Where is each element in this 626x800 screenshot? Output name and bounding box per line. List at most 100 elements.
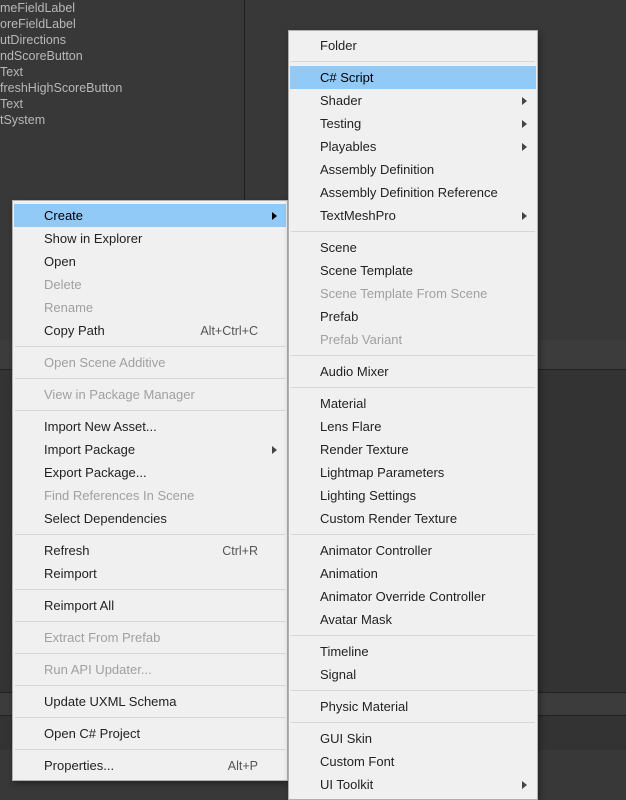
menu-item-c-script[interactable]: C# Script (290, 66, 536, 89)
chevron-right-icon (522, 143, 527, 151)
menu-item-label: Signal (320, 667, 508, 682)
menu-item-animator-override-controller[interactable]: Animator Override Controller (290, 585, 536, 608)
hierarchy-item[interactable]: oreFieldLabel (0, 16, 122, 32)
menu-separator (291, 355, 535, 356)
menu-item-label: Copy Path (44, 323, 200, 338)
hierarchy-item[interactable]: utDirections (0, 32, 122, 48)
menu-item-label: Folder (320, 38, 508, 53)
menu-separator (291, 61, 535, 62)
menu-item-open[interactable]: Open (14, 250, 286, 273)
menu-item-assembly-definition[interactable]: Assembly Definition (290, 158, 536, 181)
menu-item-lens-flare[interactable]: Lens Flare (290, 415, 536, 438)
menu-item-view-in-package-manager: View in Package Manager (14, 383, 286, 406)
menu-item-material[interactable]: Material (290, 392, 536, 415)
hierarchy-item[interactable]: meFieldLabel (0, 0, 122, 16)
menu-item-prefab[interactable]: Prefab (290, 305, 536, 328)
menu-item-label: Reimport (44, 566, 258, 581)
menu-item-timeline[interactable]: Timeline (290, 640, 536, 663)
menu-separator (291, 722, 535, 723)
menu-item-signal[interactable]: Signal (290, 663, 536, 686)
menu-item-label: Scene Template From Scene (320, 286, 508, 301)
menu-item-refresh[interactable]: RefreshCtrl+R (14, 539, 286, 562)
menu-item-label: Import New Asset... (44, 419, 258, 434)
menu-item-custom-font[interactable]: Custom Font (290, 750, 536, 773)
menu-item-create[interactable]: Create (14, 204, 286, 227)
menu-item-lighting-settings[interactable]: Lighting Settings (290, 484, 536, 507)
menu-item-label: Prefab (320, 309, 508, 324)
menu-item-label: Animator Controller (320, 543, 508, 558)
chevron-right-icon (522, 97, 527, 105)
hierarchy-item[interactable]: ndScoreButton (0, 48, 122, 64)
menu-item-label: Render Texture (320, 442, 508, 457)
menu-item-shortcut: Ctrl+R (222, 544, 258, 558)
menu-item-label: Create (44, 208, 258, 223)
menu-item-audio-mixer[interactable]: Audio Mixer (290, 360, 536, 383)
menu-item-import-package[interactable]: Import Package (14, 438, 286, 461)
menu-item-shader[interactable]: Shader (290, 89, 536, 112)
menu-item-label: Testing (320, 116, 508, 131)
menu-item-label: Properties... (44, 758, 228, 773)
menu-item-playables[interactable]: Playables (290, 135, 536, 158)
menu-item-reimport-all[interactable]: Reimport All (14, 594, 286, 617)
menu-item-label: Update UXML Schema (44, 694, 258, 709)
menu-separator (15, 653, 285, 654)
menu-item-animation[interactable]: Animation (290, 562, 536, 585)
menu-item-gui-skin[interactable]: GUI Skin (290, 727, 536, 750)
menu-item-lightmap-parameters[interactable]: Lightmap Parameters (290, 461, 536, 484)
menu-item-properties[interactable]: Properties...Alt+P (14, 754, 286, 777)
menu-item-update-uxml-schema[interactable]: Update UXML Schema (14, 690, 286, 713)
menu-item-label: Run API Updater... (44, 662, 258, 677)
menu-item-label: Open Scene Additive (44, 355, 258, 370)
hierarchy-item[interactable]: freshHighScoreButton (0, 80, 122, 96)
menu-item-label: Physic Material (320, 699, 508, 714)
menu-item-select-dependencies[interactable]: Select Dependencies (14, 507, 286, 530)
menu-item-shortcut: Alt+Ctrl+C (200, 324, 258, 338)
menu-item-ui-toolkit[interactable]: UI Toolkit (290, 773, 536, 796)
menu-item-show-in-explorer[interactable]: Show in Explorer (14, 227, 286, 250)
menu-item-label: Shader (320, 93, 508, 108)
hierarchy-item[interactable]: Text (0, 64, 122, 80)
menu-item-folder[interactable]: Folder (290, 34, 536, 57)
menu-item-assembly-definition-reference[interactable]: Assembly Definition Reference (290, 181, 536, 204)
menu-item-shortcut: Alt+P (228, 759, 258, 773)
menu-item-label: Show in Explorer (44, 231, 258, 246)
menu-item-label: Rename (44, 300, 258, 315)
menu-item-open-scene-additive: Open Scene Additive (14, 351, 286, 374)
menu-item-avatar-mask[interactable]: Avatar Mask (290, 608, 536, 631)
menu-separator (15, 685, 285, 686)
menu-item-animator-controller[interactable]: Animator Controller (290, 539, 536, 562)
menu-separator (15, 534, 285, 535)
menu-item-label: Timeline (320, 644, 508, 659)
menu-item-label: C# Script (320, 70, 508, 85)
menu-item-label: Material (320, 396, 508, 411)
menu-item-copy-path[interactable]: Copy PathAlt+Ctrl+C (14, 319, 286, 342)
menu-item-physic-material[interactable]: Physic Material (290, 695, 536, 718)
menu-item-scene-template[interactable]: Scene Template (290, 259, 536, 282)
menu-item-textmeshpro[interactable]: TextMeshPro (290, 204, 536, 227)
menu-item-label: Lighting Settings (320, 488, 508, 503)
menu-item-testing[interactable]: Testing (290, 112, 536, 135)
menu-item-label: Select Dependencies (44, 511, 258, 526)
menu-item-label: Refresh (44, 543, 222, 558)
menu-item-custom-render-texture[interactable]: Custom Render Texture (290, 507, 536, 530)
menu-item-export-package[interactable]: Export Package... (14, 461, 286, 484)
menu-item-label: Assembly Definition Reference (320, 185, 508, 200)
menu-separator (291, 387, 535, 388)
menu-separator (15, 346, 285, 347)
menu-item-open-c-project[interactable]: Open C# Project (14, 722, 286, 745)
menu-item-label: Lens Flare (320, 419, 508, 434)
menu-item-label: Custom Font (320, 754, 508, 769)
menu-item-reimport[interactable]: Reimport (14, 562, 286, 585)
menu-item-label: TextMeshPro (320, 208, 508, 223)
menu-item-import-new-asset[interactable]: Import New Asset... (14, 415, 286, 438)
hierarchy-item[interactable]: Text (0, 96, 122, 112)
menu-item-render-texture[interactable]: Render Texture (290, 438, 536, 461)
menu-separator (291, 690, 535, 691)
menu-item-scene[interactable]: Scene (290, 236, 536, 259)
menu-separator (15, 378, 285, 379)
menu-separator (291, 635, 535, 636)
menu-item-label: Lightmap Parameters (320, 465, 508, 480)
create-submenu: FolderC# ScriptShaderTestingPlayablesAss… (288, 30, 538, 800)
menu-item-label: Open C# Project (44, 726, 258, 741)
hierarchy-item[interactable]: tSystem (0, 112, 122, 128)
